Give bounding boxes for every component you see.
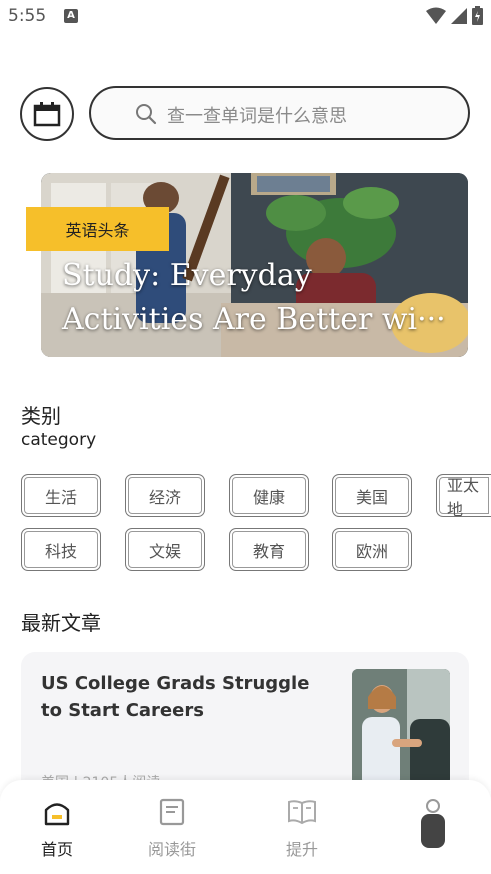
- search-icon: [136, 104, 157, 125]
- category-chip[interactable]: 经济: [125, 474, 205, 517]
- notification-icon: A: [64, 9, 78, 23]
- tab-reading-label: 阅读街: [147, 840, 196, 859]
- tab-improve[interactable]: 提升: [262, 798, 342, 860]
- category-chip[interactable]: 美国: [332, 474, 412, 517]
- status-time: 5:55: [8, 6, 47, 26]
- banner-tag: 英语头条: [26, 207, 169, 251]
- category-subtitle: category: [21, 430, 97, 450]
- category-chip[interactable]: 文娱: [125, 528, 205, 571]
- category-chip[interactable]: 亚太地: [436, 474, 491, 519]
- article-title[interactable]: US College Grads Struggle to Start Caree…: [41, 670, 311, 724]
- search-input[interactable]: 查一查单词是什么意思: [89, 86, 470, 140]
- status-bar: 5:55 A: [0, 0, 491, 34]
- category-chip[interactable]: 欧洲: [332, 528, 412, 571]
- profile-icon: [421, 799, 445, 848]
- signal-icon: [451, 7, 467, 24]
- home-icon: [44, 803, 70, 826]
- category-chip[interactable]: 教育: [229, 528, 309, 571]
- search-placeholder: 查一查单词是什么意思: [167, 106, 347, 127]
- category-chip[interactable]: 生活: [21, 474, 101, 517]
- category-chip[interactable]: 健康: [229, 474, 309, 517]
- category-chip[interactable]: 科技: [21, 528, 101, 571]
- tab-reading[interactable]: 阅读街: [132, 798, 212, 860]
- latest-articles-title: 最新文章: [21, 611, 101, 635]
- tab-improve-label: 提升: [285, 840, 318, 859]
- tab-profile[interactable]: [393, 798, 473, 852]
- reading-icon: [159, 798, 185, 826]
- tab-home[interactable]: 首页: [17, 798, 97, 860]
- status-icons: [426, 6, 483, 25]
- wifi-icon: [426, 7, 446, 24]
- calendar-icon: [33, 102, 61, 127]
- article-thumbnail: [352, 669, 450, 789]
- calendar-button[interactable]: [20, 87, 74, 141]
- bottom-tab-bar: 首页 阅读街 提升: [0, 780, 491, 874]
- banner-title[interactable]: Study: Everyday Activities Are Better wi…: [62, 254, 462, 342]
- book-icon: [288, 800, 316, 825]
- tab-home-label: 首页: [40, 840, 73, 859]
- category-title: 类别: [21, 404, 61, 428]
- battery-icon: [472, 6, 483, 25]
